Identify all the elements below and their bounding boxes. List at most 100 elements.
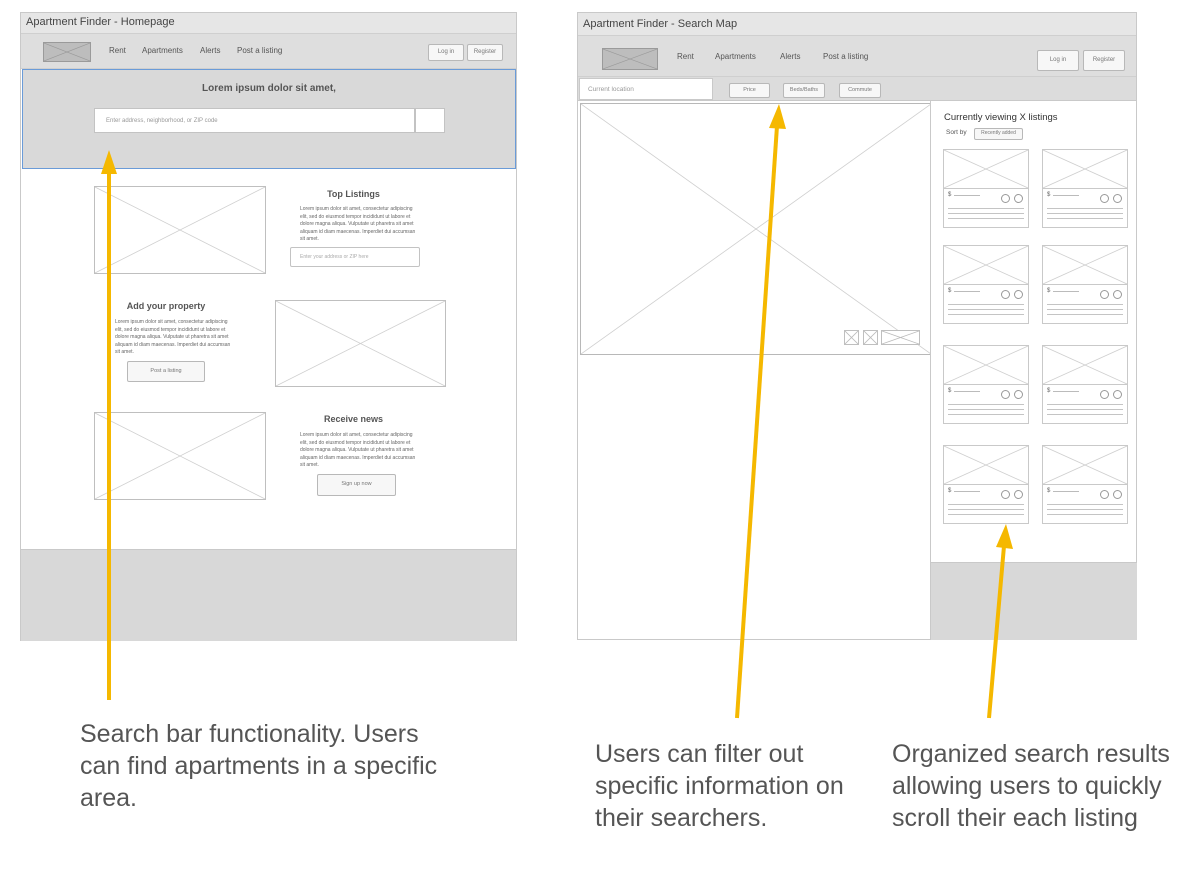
sort-select[interactable]: Recently added: [974, 128, 1023, 140]
caption-results: Organized search results allowing users …: [892, 740, 1170, 832]
share-icon[interactable]: [1113, 194, 1122, 203]
listing-text-line: [948, 404, 1024, 405]
listing-price-line: [1053, 391, 1079, 392]
map-control-zoom-in[interactable]: [844, 330, 859, 345]
hero-search-input[interactable]: Enter address, neighborhood, or ZIP code: [94, 108, 415, 133]
listing-image: [944, 446, 1028, 485]
listing-text-line: [1047, 218, 1123, 219]
listing-price-line: [1053, 195, 1079, 196]
listing-image: [1043, 150, 1127, 189]
nav-post-listing[interactable]: Post a listing: [237, 46, 282, 55]
share-icon[interactable]: [1113, 490, 1122, 499]
logo-placeholder: [602, 48, 658, 70]
listing-image: [944, 346, 1028, 385]
share-icon[interactable]: [1014, 194, 1023, 203]
search-map-window-title: Apartment Finder - Search Map: [578, 13, 1136, 35]
search-map-nav-bar: Rent Apartments Alerts Post a listing Lo…: [578, 35, 1136, 77]
listing-price-line: [954, 195, 980, 196]
listing-card[interactable]: $: [943, 445, 1029, 524]
filter-beds-baths[interactable]: Beds/Baths: [783, 83, 825, 98]
top-listings-input[interactable]: Enter your address or ZIP here: [290, 247, 420, 267]
location-placeholder: Current location: [588, 86, 634, 93]
logo-placeholder: [43, 42, 91, 62]
listing-text-line: [1047, 514, 1123, 515]
listing-card[interactable]: $: [943, 149, 1029, 228]
favorite-icon[interactable]: [1001, 490, 1010, 499]
filter-price[interactable]: Price: [729, 83, 770, 98]
share-icon[interactable]: [1113, 390, 1122, 399]
listing-price-line: [1053, 491, 1079, 492]
listing-card[interactable]: $: [943, 345, 1029, 424]
listing-image: [1043, 246, 1127, 285]
nav-rent[interactable]: Rent: [677, 52, 694, 61]
receive-news-image: [94, 412, 266, 500]
homepage-window-title: Apartment Finder - Homepage: [21, 13, 516, 33]
map-placeholder[interactable]: [580, 103, 932, 355]
favorite-icon[interactable]: [1001, 290, 1010, 299]
top-listings-heading: Top Listings: [327, 189, 380, 199]
map-control-layers[interactable]: [881, 330, 920, 345]
listing-price: $: [948, 288, 952, 294]
favorite-icon[interactable]: [1001, 194, 1010, 203]
listing-text-line: [948, 314, 1024, 315]
homepage-footer: [21, 549, 516, 641]
listing-image: [944, 246, 1028, 285]
listing-text-line: [948, 218, 1024, 219]
share-icon[interactable]: [1014, 290, 1023, 299]
location-input[interactable]: Current location: [579, 78, 713, 100]
listing-image: [1043, 346, 1127, 385]
listing-price-line: [954, 491, 980, 492]
register-button[interactable]: Register: [1083, 50, 1125, 71]
listing-text-line: [1047, 213, 1123, 214]
favorite-icon[interactable]: [1100, 290, 1109, 299]
favorite-icon[interactable]: [1100, 390, 1109, 399]
listing-price: $: [948, 388, 952, 394]
listing-text-line: [1047, 414, 1123, 415]
listing-text-line: [948, 309, 1024, 310]
listing-card[interactable]: $: [1042, 445, 1128, 524]
listing-image: [944, 150, 1028, 189]
listing-text-line: [948, 304, 1024, 305]
map-control-zoom-out[interactable]: [863, 330, 878, 345]
favorite-icon[interactable]: [1100, 194, 1109, 203]
post-listing-button[interactable]: Post a listing: [127, 361, 205, 382]
listing-card[interactable]: $: [1042, 345, 1128, 424]
listing-text-line: [948, 208, 1024, 209]
listing-price: $: [948, 192, 952, 198]
hero-search-button[interactable]: [415, 108, 445, 133]
listing-price: $: [1047, 488, 1051, 494]
favorite-icon[interactable]: [1001, 390, 1010, 399]
login-button[interactable]: Log in: [428, 44, 464, 61]
listing-text-line: [948, 414, 1024, 415]
listing-card[interactable]: $: [1042, 245, 1128, 324]
login-button[interactable]: Log in: [1037, 50, 1079, 71]
homepage-wireframe: Apartment Finder - Homepage Rent Apartme…: [20, 12, 517, 641]
share-icon[interactable]: [1014, 490, 1023, 499]
search-map-wireframe: Apartment Finder - Search Map Rent Apart…: [577, 12, 1137, 640]
share-icon[interactable]: [1014, 390, 1023, 399]
receive-news-text: Lorem ipsum dolor sit amet, consectetur …: [300, 432, 416, 468]
add-property-image: [275, 300, 446, 387]
favorite-icon[interactable]: [1100, 490, 1109, 499]
listing-price-line: [954, 391, 980, 392]
register-button[interactable]: Register: [467, 44, 503, 61]
sign-up-button[interactable]: Sign up now: [317, 474, 396, 496]
results-footer: [931, 562, 1137, 640]
listing-image: [1043, 446, 1127, 485]
nav-post-listing[interactable]: Post a listing: [823, 52, 868, 61]
listing-text-line: [948, 504, 1024, 505]
top-listings-input-placeholder: Enter your address or ZIP here: [300, 254, 369, 260]
nav-apartments[interactable]: Apartments: [715, 52, 756, 61]
nav-alerts[interactable]: Alerts: [780, 52, 800, 61]
nav-alerts[interactable]: Alerts: [200, 46, 220, 55]
listing-card[interactable]: $: [1042, 149, 1128, 228]
add-property-heading: Add your property: [126, 301, 206, 311]
share-icon[interactable]: [1113, 290, 1122, 299]
nav-apartments[interactable]: Apartments: [142, 46, 183, 55]
listing-card[interactable]: $: [943, 245, 1029, 324]
nav-rent[interactable]: Rent: [109, 46, 126, 55]
filter-commute[interactable]: Commute: [839, 83, 881, 98]
receive-news-heading: Receive news: [323, 414, 384, 424]
listing-text-line: [948, 514, 1024, 515]
listing-price: $: [1047, 192, 1051, 198]
